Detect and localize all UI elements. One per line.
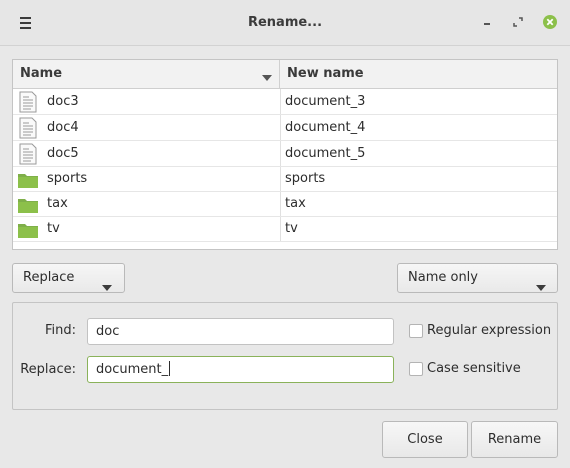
new-file-name: tv [285,221,298,236]
replace-input-value: document_ [96,362,169,377]
folder-icon [17,169,39,191]
replace-label: Replace: [20,362,76,377]
rename-button[interactable]: Rename [471,421,558,458]
list-item[interactable]: sports sports [13,167,557,192]
regex-checkbox-label[interactable]: Regular expression [427,323,551,338]
file-name: tax [47,196,68,211]
replace-input[interactable]: document_ [87,356,394,383]
list-header: Name New name [13,60,557,89]
mode-dropdown-value: Replace [23,270,75,285]
chevron-down-icon [102,275,112,291]
list-item[interactable]: tv tv [13,217,557,242]
folder-icon [17,219,39,241]
column-header-new-name[interactable]: New name [280,60,557,88]
scope-dropdown-value: Name only [408,270,478,285]
new-file-name: sports [285,171,326,186]
find-replace-panel: Find: doc Regular expression Replace: do… [12,302,558,410]
list-item[interactable]: tax tax [13,192,557,217]
regex-checkbox[interactable] [409,324,423,338]
close-window-icon[interactable] [542,14,558,30]
new-file-name: document_5 [285,146,366,161]
close-button[interactable]: Close [382,421,468,458]
document-icon [17,143,39,165]
title-bar: Rename... [0,0,570,46]
chevron-down-icon[interactable] [262,71,272,81]
case-sensitive-checkbox-label[interactable]: Case sensitive [427,361,521,376]
mode-dropdown[interactable]: Replace [12,263,125,293]
new-file-name: document_3 [285,94,366,109]
find-input-value: doc [96,324,120,339]
file-name: doc3 [47,94,79,109]
file-list[interactable]: Name New name doc3 document_3 doc4 docum… [12,59,558,250]
minimize-icon[interactable] [479,14,495,30]
text-cursor [169,361,171,376]
list-item[interactable]: doc4 document_4 [13,115,557,141]
case-sensitive-checkbox[interactable] [409,362,423,376]
column-header-name[interactable]: Name [13,60,280,88]
file-name: doc5 [47,146,79,161]
list-item[interactable]: doc3 document_3 [13,89,557,115]
document-icon [17,117,39,139]
list-item[interactable]: doc5 document_5 [13,141,557,167]
find-label: Find: [44,323,76,338]
file-name: doc4 [47,120,79,135]
find-input[interactable]: doc [87,318,394,345]
chevron-down-icon [536,275,546,291]
maximize-icon[interactable] [510,14,526,30]
new-file-name: tax [285,196,306,211]
file-name: tv [47,221,60,236]
scope-dropdown[interactable]: Name only [397,263,558,293]
file-name: sports [47,171,88,186]
folder-icon [17,194,39,216]
new-file-name: document_4 [285,120,366,135]
document-icon [17,91,39,113]
